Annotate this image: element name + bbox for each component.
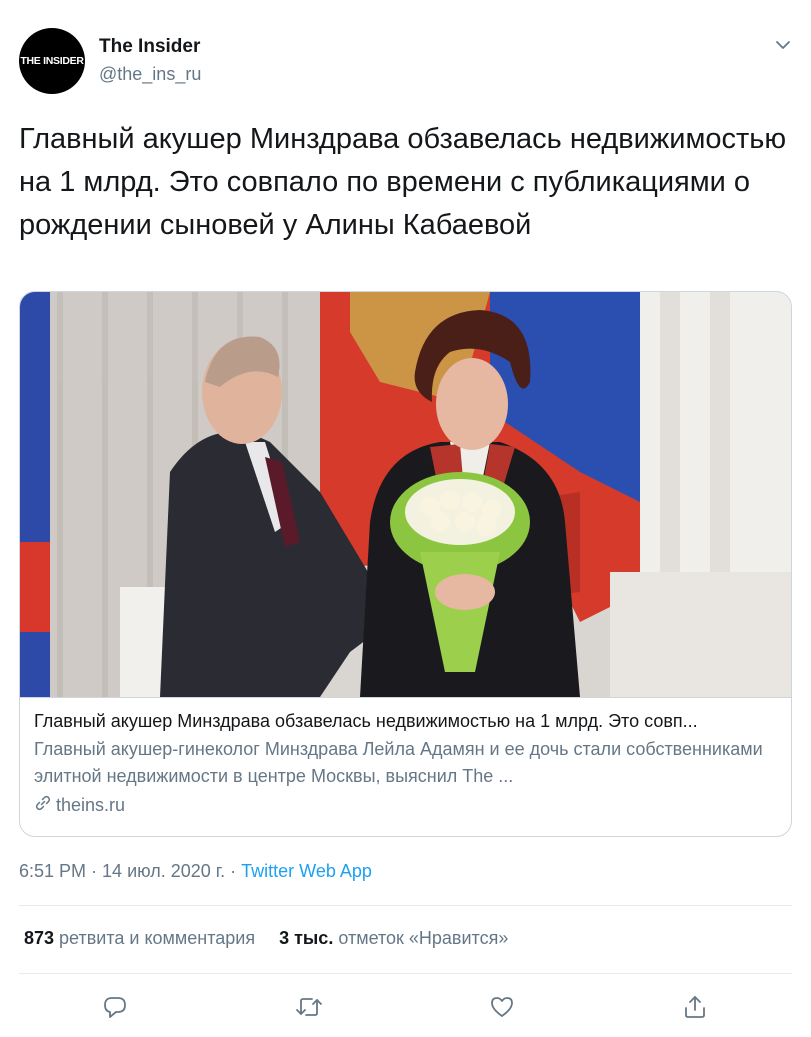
- tweet-date[interactable]: 14 июл. 2020 г.: [102, 861, 225, 881]
- card-domain-text: theins.ru: [56, 795, 126, 815]
- display-name[interactable]: The Insider: [99, 36, 200, 58]
- meta-separator: ·: [86, 861, 103, 881]
- tweet-stats: 873 ретвита и комментария 3 тыс. отметок …: [24, 928, 508, 949]
- heart-icon[interactable]: [485, 990, 519, 1024]
- divider: [19, 905, 792, 906]
- avatar[interactable]: THE INSIDER: [19, 28, 85, 94]
- card-body[interactable]: Главный акушер Минздрава обзавелась недв…: [20, 697, 791, 836]
- avatar-logo-text: THE INSIDER: [20, 55, 84, 67]
- card-description: Главный акушер-гинеколог Минздрава Лейла…: [34, 739, 763, 786]
- chevron-down-icon[interactable]: [772, 34, 794, 56]
- tweet-time[interactable]: 6:51 PM: [19, 861, 86, 881]
- card-image[interactable]: [20, 292, 792, 697]
- tweet-header: THE INSIDER The Insider @the_ins_ru: [19, 28, 794, 94]
- retweets-label: ретвита и комментария: [54, 928, 256, 948]
- divider: [19, 973, 792, 974]
- retweet-icon[interactable]: [292, 990, 326, 1024]
- retweets-stat[interactable]: 873 ретвита и комментария: [24, 928, 255, 948]
- card-domain[interactable]: theins.ru: [34, 794, 125, 817]
- reply-icon[interactable]: [98, 990, 132, 1024]
- tweet-actions: [0, 990, 811, 1024]
- meta-separator: ·: [225, 861, 242, 881]
- share-icon[interactable]: [678, 990, 712, 1024]
- retweets-count: 873: [24, 928, 55, 948]
- tweet-meta: 6:51 PM · 14 июл. 2020 г. · Twitter Web …: [19, 861, 372, 882]
- tweet: THE INSIDER The Insider @the_ins_ru Глав…: [0, 0, 811, 1037]
- link-card[interactable]: Главный акушер Минздрава обзавелась недв…: [19, 291, 792, 837]
- tweet-text: Главный акушер Минздрава обзавелась недв…: [19, 123, 787, 241]
- likes-count: 3 тыс.: [279, 928, 334, 948]
- user-handle[interactable]: @the_ins_ru: [99, 64, 201, 85]
- likes-label: отметок «Нравится»: [333, 928, 509, 948]
- likes-stat[interactable]: 3 тыс. отметок «Нравится»: [279, 928, 508, 948]
- tweet-source[interactable]: Twitter Web App: [241, 861, 372, 881]
- card-title[interactable]: Главный акушер Минздрава обзавелась недв…: [34, 708, 779, 734]
- link-icon: [34, 794, 56, 817]
